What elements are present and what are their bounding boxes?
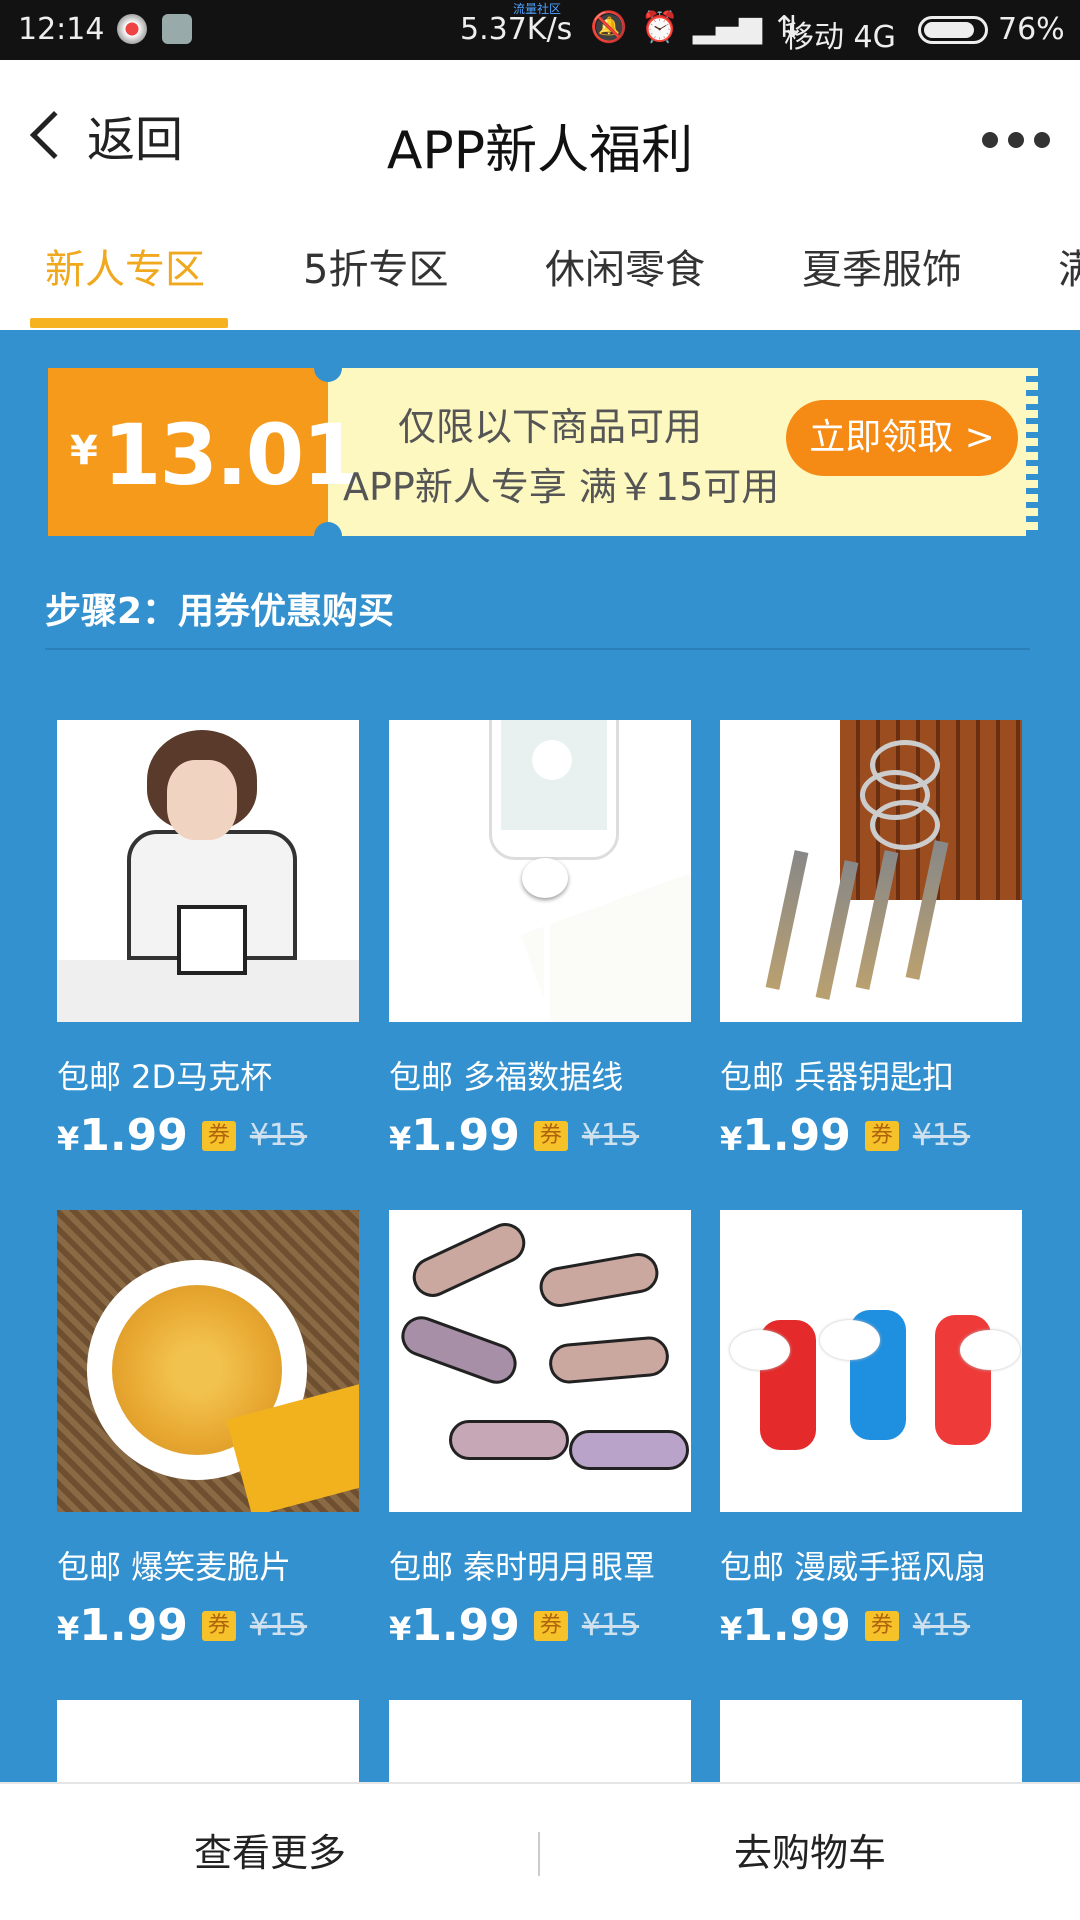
message-notification-icon [162, 14, 192, 44]
claim-coupon-button[interactable]: 立即领取 > [786, 400, 1018, 476]
original-price: ¥15 [581, 1118, 640, 1153]
product-image[interactable] [389, 1700, 691, 1782]
coupon-amount: 13.01 [103, 406, 361, 504]
coupon-badge: 券 [201, 1610, 236, 1641]
price-row: ¥1.99 券 ¥15 [720, 1110, 1022, 1161]
view-more-button[interactable]: 查看更多 [0, 1784, 540, 1920]
product-card[interactable]: 包邮 兵器钥匙扣 ¥1.99 券 ¥15 [720, 720, 1022, 1161]
coupon-notch [314, 522, 342, 550]
coupon-badge: 券 [533, 1120, 568, 1151]
product-price: ¥1.99 [57, 1600, 188, 1651]
divider [45, 648, 1030, 650]
price-row: ¥1.99 券 ¥15 [57, 1600, 359, 1651]
product-card[interactable] [720, 1700, 1022, 1782]
coupon-badge: 券 [201, 1120, 236, 1151]
bottom-action-bar: 查看更多 去购物车 [0, 1782, 1080, 1920]
more-dot-icon [1008, 132, 1024, 148]
product-price: ¥1.99 [389, 1600, 520, 1651]
coupon-notch [314, 354, 342, 382]
product-card[interactable]: 包邮 2D马克杯 ¥1.99 券 ¥15 [57, 720, 359, 1161]
product-price: ¥1.99 [720, 1600, 851, 1651]
original-price: ¥15 [912, 1608, 971, 1643]
original-price: ¥15 [581, 1608, 640, 1643]
price-row: ¥1.99 券 ¥15 [389, 1600, 691, 1651]
coupon-banner[interactable]: ¥ 13.01 仅限以下商品可用 APP新人专享 满￥15可用 立即领取 > [48, 354, 1038, 550]
price-row: ¥1.99 券 ¥15 [720, 1600, 1022, 1651]
tab-new-user[interactable]: 新人专区 [45, 210, 205, 330]
product-price: ¥1.99 [57, 1110, 188, 1161]
product-price: ¥1.99 [720, 1110, 851, 1161]
coupon-badge: 券 [864, 1120, 899, 1151]
product-name: 包邮 多福数据线 [389, 1058, 624, 1096]
price-row: ¥1.99 券 ¥15 [389, 1110, 691, 1161]
header: 返回 APP新人福利 [0, 60, 1080, 210]
tab-snacks[interactable]: 休闲零食 [545, 210, 705, 330]
more-dot-icon [982, 132, 998, 148]
network-speed: 5.37K/s [460, 12, 573, 47]
coupon-currency: ¥ [70, 428, 98, 474]
more-menu-button[interactable] [982, 132, 1050, 148]
active-tab-indicator [30, 318, 228, 328]
signal-icon: ▂▄▆ [692, 10, 762, 45]
page-title: APP新人福利 [386, 121, 694, 181]
coupon-amount-panel: ¥ 13.01 [48, 368, 361, 536]
product-image[interactable] [57, 720, 359, 1022]
coupon-edge [1026, 368, 1038, 536]
battery-percent: 76% [998, 12, 1065, 47]
product-card[interactable]: 包邮 秦时明月眼罩 ¥1.99 券 ¥15 [389, 1210, 691, 1651]
coupon-badge: 券 [864, 1610, 899, 1641]
product-name: 包邮 秦时明月眼罩 [389, 1548, 656, 1586]
coupon-description: APP新人专享 满￥15可用 [343, 465, 780, 509]
original-price: ¥15 [249, 1118, 308, 1153]
product-image[interactable] [389, 720, 691, 1022]
step-label: 步骤2：用券优惠购买 [45, 591, 395, 632]
product-price: ¥1.99 [389, 1110, 520, 1161]
tab-summer-clothing[interactable]: 夏季服饰 [802, 210, 962, 330]
content-area: ¥ 13.01 仅限以下商品可用 APP新人专享 满￥15可用 立即领取 > 步… [0, 330, 1080, 1782]
battery-icon [918, 16, 988, 44]
mute-icon: 🔕 [590, 10, 628, 45]
product-image[interactable] [720, 1700, 1022, 1782]
go-to-cart-button[interactable]: 去购物车 [540, 1784, 1080, 1920]
product-name: 包邮 爆笑麦脆片 [57, 1548, 292, 1586]
more-dot-icon [1034, 132, 1050, 148]
app-notification-icon [117, 14, 147, 44]
category-tabs: 新人专区 5折专区 休闲零食 夏季服饰 满 [0, 210, 1080, 330]
coupon-condition: 仅限以下商品可用 [398, 405, 703, 449]
product-card[interactable]: 包邮 爆笑麦脆片 ¥1.99 券 ¥15 [57, 1210, 359, 1651]
tab-half-price[interactable]: 5折专区 [303, 210, 448, 330]
status-time: 12:14 [18, 12, 105, 47]
price-row: ¥1.99 券 ¥15 [57, 1110, 359, 1161]
product-card[interactable] [57, 1700, 359, 1782]
original-price: ¥15 [912, 1118, 971, 1153]
product-image[interactable] [57, 1700, 359, 1782]
coupon-badge: 券 [533, 1610, 568, 1641]
carrier: 移动 4G [784, 20, 896, 55]
alarm-icon: ⏰ [641, 10, 679, 45]
product-image[interactable] [389, 1210, 691, 1512]
product-name: 包邮 2D马克杯 [57, 1058, 273, 1096]
original-price: ¥15 [249, 1608, 308, 1643]
product-card[interactable]: 包邮 多福数据线 ¥1.99 券 ¥15 [389, 720, 691, 1161]
product-image[interactable] [720, 720, 1022, 1022]
status-icons: 🔕 ⏰ ▂▄▆ ⇅ [590, 10, 801, 45]
status-bar: 12:14 流量社区 5.37K/s 🔕 ⏰ ▂▄▆ ⇅ 移动 4G 76% [0, 0, 1080, 60]
tab-overflow[interactable]: 满 [1058, 210, 1080, 330]
product-name: 包邮 漫威手摇风扇 [720, 1548, 987, 1586]
product-image[interactable] [720, 1210, 1022, 1512]
product-name: 包邮 兵器钥匙扣 [720, 1058, 955, 1096]
product-card[interactable] [389, 1700, 691, 1782]
product-image[interactable] [57, 1210, 359, 1512]
product-card[interactable]: 包邮 漫威手摇风扇 ¥1.99 券 ¥15 [720, 1210, 1022, 1651]
